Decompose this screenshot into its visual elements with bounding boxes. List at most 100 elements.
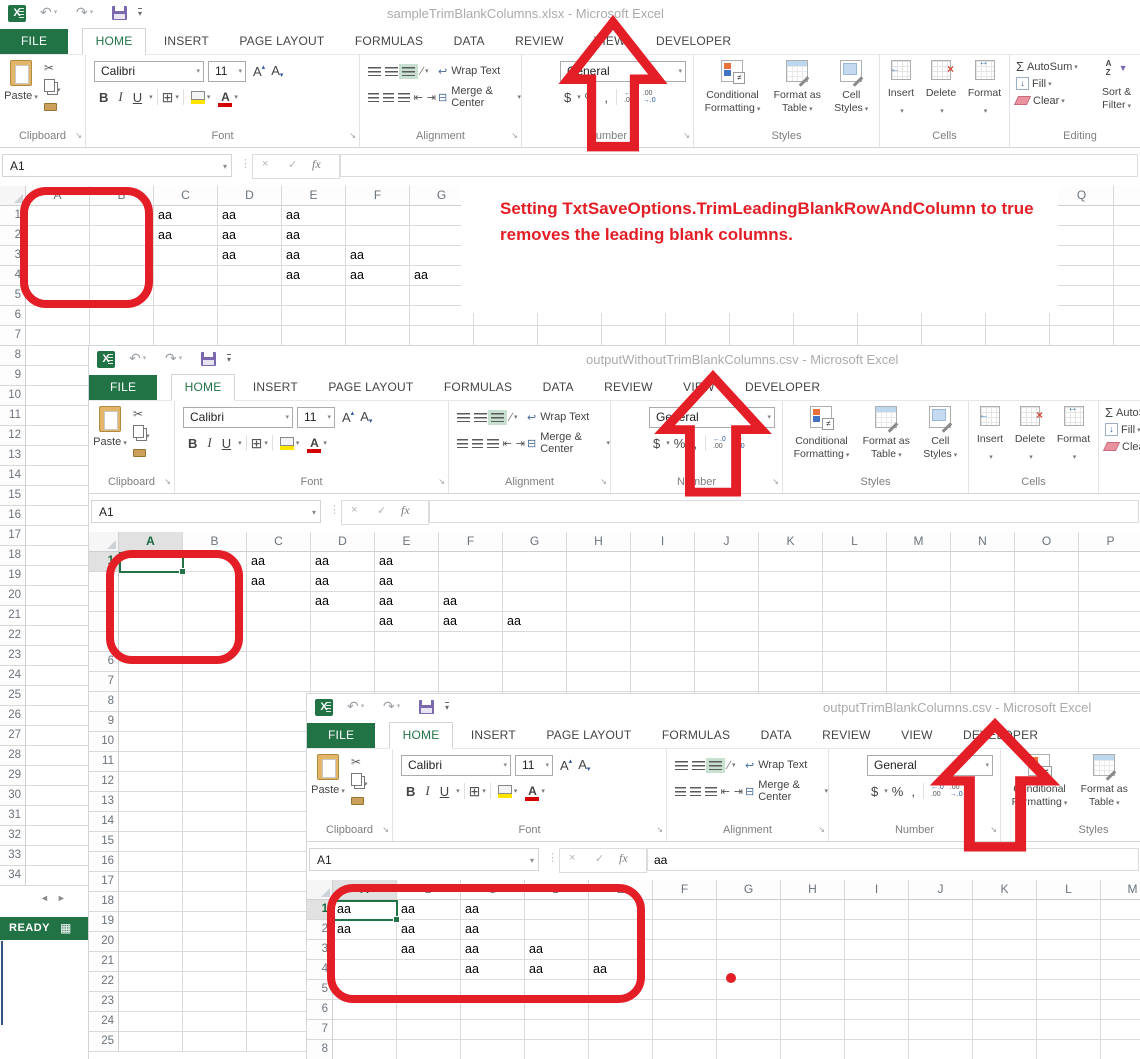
grid-cell-g2[interactable]	[503, 572, 567, 592]
row-header-11[interactable]: 11	[89, 752, 119, 772]
row-header-14[interactable]: 14	[0, 466, 26, 486]
column-header-e[interactable]: E	[282, 186, 346, 206]
grid-cell-j3[interactable]	[909, 940, 973, 960]
grid-cell-b8[interactable]	[397, 1040, 461, 1059]
row-header-25[interactable]: 25	[0, 686, 26, 706]
tab-home[interactable]: HOME	[82, 28, 147, 55]
row-header-12[interactable]: 12	[89, 772, 119, 792]
grid-cell-e3[interactable]: aa	[375, 592, 439, 612]
grid-cell-r4[interactable]	[1114, 266, 1140, 286]
fill-button[interactable]: ↓ Fill▾	[1105, 421, 1140, 438]
wrap-text-button[interactable]: ↩ Wrap Text	[438, 58, 521, 84]
grid-cell-l8[interactable]	[1037, 1040, 1101, 1059]
grid-cell-e7[interactable]	[375, 672, 439, 692]
grid-cell-f7[interactable]	[653, 1020, 717, 1040]
grid-cell-a31[interactable]	[26, 806, 90, 826]
grid-cell-l7[interactable]	[823, 672, 887, 692]
row-header-23[interactable]: 23	[89, 992, 119, 1012]
dialog-launcher-icon[interactable]: ↘	[656, 822, 663, 837]
format-as-table-button[interactable]: Format as Table▾	[1081, 754, 1128, 822]
grid-cell-e7[interactable]	[589, 1020, 653, 1040]
tab-home[interactable]: HOME	[389, 722, 454, 749]
grid-cell-h6[interactable]	[567, 652, 631, 672]
comma-style-button[interactable]: ,	[911, 784, 915, 799]
borders-icon[interactable]: ⊞	[469, 783, 481, 800]
percent-style-button[interactable]: %	[892, 784, 904, 799]
font-name-select[interactable]: Calibri▾	[183, 407, 293, 428]
grid-cell-a16[interactable]	[26, 506, 90, 526]
grid-cell-b25[interactable]	[183, 1032, 247, 1052]
grid-cell-h7[interactable]	[567, 672, 631, 692]
grid-cell-m8[interactable]	[1101, 1040, 1140, 1059]
grid-cell-j8[interactable]	[909, 1040, 973, 1059]
align-right-icon[interactable]	[487, 439, 498, 448]
row-header-11[interactable]: 11	[0, 406, 26, 426]
grid-cell-a24[interactable]	[26, 666, 90, 686]
grid-cell-f2[interactable]	[346, 226, 410, 246]
grid-cell-b6[interactable]	[90, 306, 154, 326]
increase-indent-icon[interactable]: ⇥	[516, 437, 525, 450]
enter-icon[interactable]: ✓	[595, 852, 604, 865]
grid-cell-d1[interactable]: aa	[218, 206, 282, 226]
column-header-g[interactable]: G	[717, 880, 781, 900]
grid-cell-h5[interactable]	[567, 632, 631, 652]
grid-cell-g1[interactable]	[717, 900, 781, 920]
grid-cell-q2[interactable]	[1050, 226, 1114, 246]
grid-cell-p5[interactable]	[1079, 632, 1140, 652]
grid-cell-p6[interactable]	[1079, 652, 1140, 672]
grid-cell-p3[interactable]	[1079, 592, 1140, 612]
column-header-l[interactable]: L	[1037, 880, 1101, 900]
grid-cell-r1[interactable]	[1114, 206, 1140, 226]
grid-cell-m4[interactable]	[1101, 960, 1140, 980]
grid-cell-c4[interactable]	[247, 612, 311, 632]
grid-cell-k2[interactable]	[759, 572, 823, 592]
grid-cell-l1[interactable]	[1037, 900, 1101, 920]
grid-cell-i3[interactable]	[845, 940, 909, 960]
grid-cell-d8[interactable]	[525, 1040, 589, 1059]
grid-cell-a9[interactable]	[26, 366, 90, 386]
column-header-l[interactable]: L	[823, 532, 887, 552]
row-header-32[interactable]: 32	[0, 826, 26, 846]
row-header-16[interactable]: 16	[0, 506, 26, 526]
grid-cell-c18[interactable]	[247, 892, 311, 912]
tab-page-layout[interactable]: PAGE LAYOUT	[226, 29, 337, 54]
orientation-icon[interactable]: ∕	[510, 410, 512, 424]
row-header-20[interactable]: 20	[0, 586, 26, 606]
grid-cell-a10[interactable]	[26, 386, 90, 406]
grid-cell-b7[interactable]	[397, 1020, 461, 1040]
row-header-18[interactable]: 18	[89, 892, 119, 912]
grow-font-button[interactable]: A▴	[342, 409, 354, 425]
grid-cell-h5[interactable]	[781, 980, 845, 1000]
grid-cell-k6[interactable]	[973, 1000, 1037, 1020]
row-header-6[interactable]: 6	[0, 306, 26, 326]
grid-cell-a11[interactable]	[26, 406, 90, 426]
redo-icon[interactable]: ↷▾	[76, 4, 93, 21]
grid-cell-c6[interactable]	[461, 1000, 525, 1020]
grid-cell-n7[interactable]	[951, 672, 1015, 692]
grid-cell-m5[interactable]	[887, 632, 951, 652]
grid-cell-b24[interactable]	[183, 1012, 247, 1032]
column-header-c[interactable]: C	[154, 186, 218, 206]
grid-cell-f4[interactable]: aa	[439, 612, 503, 632]
align-center-icon[interactable]	[472, 439, 483, 448]
tab-page-layout[interactable]: PAGE LAYOUT	[533, 723, 644, 748]
grid-cell-m7[interactable]	[887, 672, 951, 692]
undo-icon[interactable]: ↶▾	[347, 698, 364, 715]
grid-cell-a24[interactable]	[119, 1012, 183, 1032]
grid-cell-l3[interactable]	[1037, 940, 1101, 960]
grid-cell-c17[interactable]	[247, 872, 311, 892]
column-header-k[interactable]: K	[973, 880, 1037, 900]
autosum-button[interactable]: Σ AutoSum▾	[1016, 58, 1102, 75]
grid-cell-g6[interactable]	[717, 1000, 781, 1020]
copy-icon[interactable]: ▾	[131, 425, 150, 443]
grid-cell-h4[interactable]	[781, 960, 845, 980]
formula-bar-splitter[interactable]: ⋮	[329, 503, 340, 516]
grid-cell-a6[interactable]	[26, 306, 90, 326]
clear-button[interactable]: Clear▾	[1016, 92, 1102, 109]
grid-cell-d2[interactable]: aa	[218, 226, 282, 246]
grid-cell-c7[interactable]	[154, 326, 218, 346]
grid-cell-n3[interactable]	[951, 592, 1015, 612]
grid-cell-r5[interactable]	[1114, 286, 1140, 306]
grid-cell-a8[interactable]	[333, 1040, 397, 1059]
grid-cell-d6[interactable]	[311, 652, 375, 672]
